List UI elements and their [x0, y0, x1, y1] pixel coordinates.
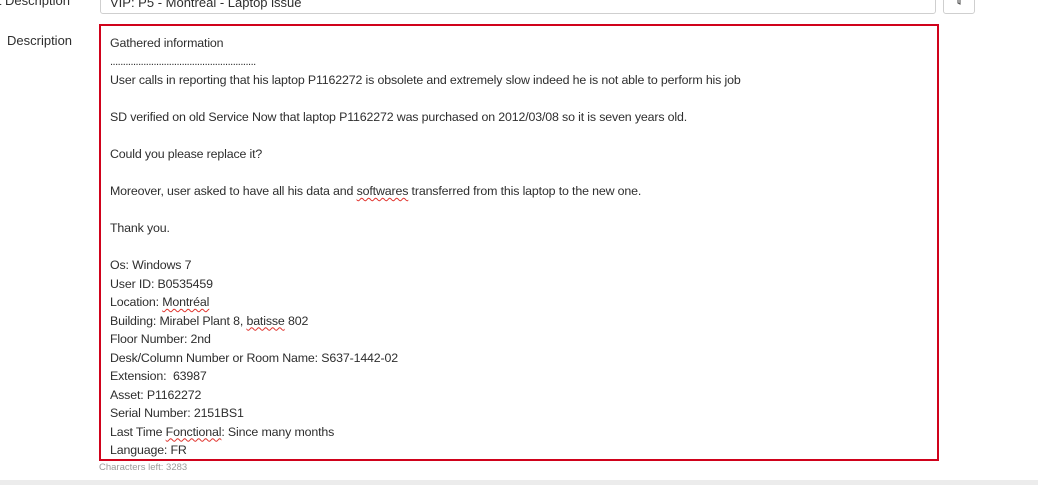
desc-line: User calls in reporting that his laptop … — [110, 73, 741, 87]
desc-line-building: Building: Mirabel Plant 8, batisse 802 — [110, 313, 309, 328]
desc-line-desk: Desk/Column Number or Room Name: S637-14… — [110, 350, 398, 365]
desc-line: Gathered information — [110, 36, 224, 50]
desc-line-extension: Extension: 63987 — [110, 369, 207, 383]
desc-line — [110, 127, 929, 146]
short-description-input[interactable]: VIP: P5 - Montreal - Laptop issue — [100, 0, 936, 14]
desc-line-last-time: Last Time Fonctional: Since many months — [110, 424, 335, 439]
desc-line: Thank you. — [110, 221, 170, 235]
desc-line — [110, 164, 929, 183]
desc-line-os: Os: Windows 7 — [110, 258, 192, 272]
desc-line-language: Language: FR — [110, 443, 187, 457]
desc-line-user-id: User ID: B0535459 — [110, 276, 213, 291]
spellcheck-word: softwares — [356, 184, 409, 198]
description-label: Description — [7, 33, 73, 48]
desc-line — [110, 238, 929, 257]
bottom-divider — [0, 480, 1038, 485]
spellcheck-word: Montréal — [162, 295, 210, 309]
desc-line — [110, 201, 929, 220]
desc-line — [110, 90, 929, 109]
suggestion-icon — [957, 0, 961, 5]
spellcheck-word: Fonctional — [165, 424, 222, 439]
desc-line-asset: Asset: P1162272 — [110, 387, 202, 402]
characters-left-counter: Characters left: 3283 — [99, 462, 188, 473]
description-textarea[interactable]: Gathered information ...................… — [99, 24, 939, 461]
desc-line: ........................................… — [110, 55, 256, 68]
desc-line-location: Location: Montréal — [110, 295, 210, 309]
short-description-label: t Description — [0, 0, 70, 8]
desc-line-floor: Floor Number: 2nd — [110, 332, 211, 346]
short-description-value: VIP: P5 - Montreal - Laptop issue — [110, 0, 302, 10]
desc-line-serial: Serial Number: 2151BS1 — [110, 406, 244, 420]
desc-line: Could you please replace it? — [110, 147, 263, 161]
desc-line: SD verified on old Service Now that lapt… — [110, 110, 688, 124]
spellcheck-word: batisse — [246, 313, 285, 328]
suggestion-button[interactable] — [943, 0, 975, 14]
description-text: Gathered information ...................… — [110, 34, 929, 459]
desc-line-softwares: Moreover, user asked to have all his dat… — [110, 184, 642, 198]
